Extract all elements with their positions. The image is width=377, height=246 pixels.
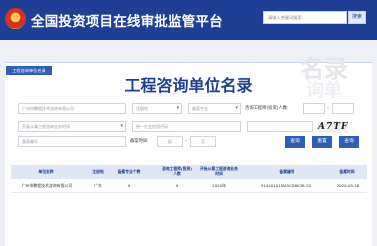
record-time-label: 备案时间: — [130, 139, 149, 144]
site-search-input[interactable]: 请输入关键词搜索 — [263, 11, 347, 24]
business-time-select[interactable]: 开展从事工程咨询业务时间 — [18, 121, 126, 132]
date-to-input[interactable]: 至 — [190, 136, 216, 147]
credit-code-input[interactable]: 统一社会信用代码 — [132, 121, 241, 132]
engineer-count-min-input[interactable] — [303, 103, 325, 114]
table-cell-specialty-count: 9 — [127, 183, 131, 188]
table-cell-record-number: 91440101MA5CR8K38-20 — [260, 183, 312, 188]
table-cell-record-date: 2020-05-16 — [336, 183, 360, 188]
column-header: 注册地 — [92, 168, 104, 174]
engineer-count-max-input[interactable] — [332, 103, 354, 114]
engineer-count-label: 咨询工程师(投资)人数: — [245, 106, 289, 111]
captcha-input[interactable] — [247, 121, 313, 132]
column-header: 单位名称 — [38, 168, 54, 174]
column-header: 咨询工程师(投资)人数 — [161, 166, 193, 176]
captcha-image[interactable]: A7TF — [318, 121, 348, 133]
column-header: 开始从事工程咨询业务时间 — [200, 166, 238, 176]
column-header: 备案专业个数 — [117, 168, 141, 174]
site-header: ★ 全国投资项目在线审批监管平台 请输入关键词搜索 搜索 — [0, 0, 377, 40]
row-divider — [11, 192, 367, 193]
national-emblem-icon: ★ — [5, 8, 26, 29]
date-range-dash: - — [185, 138, 187, 144]
column-header: 备案编号 — [279, 168, 295, 174]
unit-name-input[interactable]: 广州市鹏程技术咨询有限公司 — [18, 103, 126, 114]
query-button[interactable]: 查询 — [285, 136, 305, 148]
reset-button[interactable]: 重置 — [312, 136, 332, 148]
range-dash: - — [327, 105, 329, 111]
specialty-select[interactable]: 备案专业 — [188, 103, 241, 114]
table-cell-engineer-count: 9 — [175, 183, 179, 188]
table-cell-region: 广东 — [94, 183, 102, 188]
column-header: 备案时间 — [339, 168, 355, 174]
search-button[interactable]: 查询 — [339, 136, 359, 148]
page-title: 工程咨询单位名录 — [124, 76, 253, 95]
region-select[interactable]: 注册地 — [132, 103, 182, 114]
record-number-input[interactable]: 备案编号 — [18, 136, 126, 147]
date-from-input[interactable]: 起 — [157, 136, 183, 147]
table-cell-business-time: 2020年 — [212, 183, 226, 188]
site-search-button[interactable]: 搜索 — [348, 11, 366, 24]
site-title: 全国投资项目在线审批监管平台 — [31, 14, 223, 30]
table-cell-unit-name[interactable]: 广州市鹏程技术咨询有限公司 — [11, 181, 83, 191]
